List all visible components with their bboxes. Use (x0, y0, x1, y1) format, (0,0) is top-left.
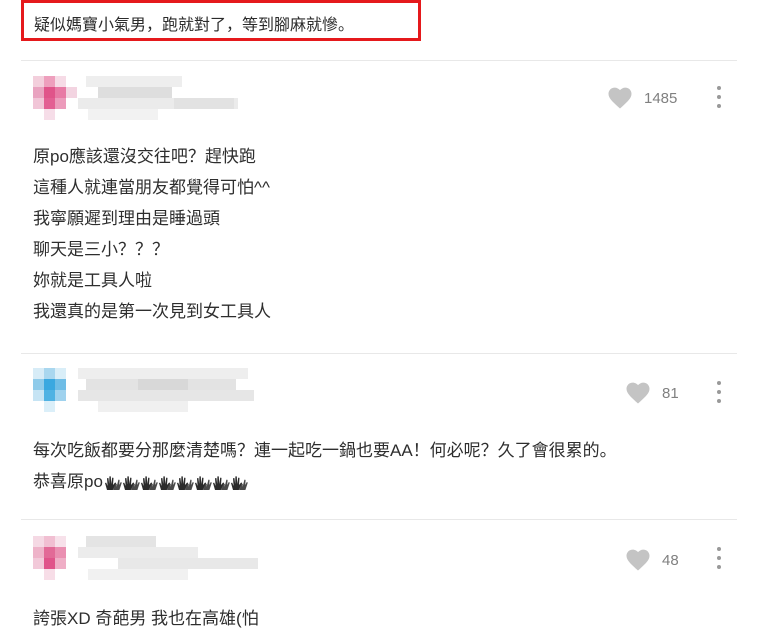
clapping-hands-icon (140, 475, 158, 490)
comment-body: 原po應該還沒交往吧？趕快跑 這種人就連當朋友都覺得可怕^^ 我寧願遲到理由是睡… (33, 141, 271, 327)
highlighted-comment: 疑似媽寶小氣男，跑就對了，等到腳麻就慘。 (21, 0, 421, 41)
comment-line: 原po應該還沒交往吧？趕快跑 (33, 147, 256, 166)
comment-line: 恭喜原po (33, 466, 617, 497)
blurred-username (78, 368, 258, 412)
comment-body: 誇張XD 奇葩男 我也在高雄(怕 (33, 603, 259, 633)
blurred-username (78, 76, 258, 120)
avatar[interactable] (33, 76, 77, 120)
like-button[interactable]: 48 (626, 548, 679, 572)
clapping-hands-icon (122, 475, 140, 490)
comment-line: 我還真的是第一次見到女工具人 (33, 302, 271, 321)
more-vertical-icon[interactable] (716, 547, 722, 569)
more-vertical-icon[interactable] (716, 86, 722, 108)
like-count: 48 (662, 551, 679, 569)
avatar[interactable] (33, 368, 77, 412)
like-button[interactable]: 81 (626, 381, 679, 405)
avatar[interactable] (33, 536, 77, 580)
highlighted-comment-text: 疑似媽寶小氣男，跑就對了，等到腳麻就慘。 (34, 17, 355, 34)
more-vertical-icon[interactable] (716, 381, 722, 403)
clapping-hands-icon (194, 475, 212, 490)
comment-line: 這種人就連當朋友都覺得可怕^^ (33, 178, 270, 197)
divider (21, 60, 737, 61)
divider (21, 353, 737, 354)
comment-body: 每次吃飯都要分那麼清楚嗎？連一起吃一鍋也要AA！何必呢？久了會很累的。 恭喜原p… (33, 435, 617, 497)
heart-icon (626, 549, 650, 571)
clapping-hands-row (104, 475, 248, 491)
comment-line: 我寧願遲到理由是睡過頭 (33, 209, 220, 228)
divider (21, 519, 737, 520)
heart-icon (626, 382, 650, 404)
clapping-hands-icon (104, 475, 122, 490)
heart-icon (608, 87, 632, 109)
comment-line: 聊天是三小？？？ (33, 240, 169, 259)
clapping-hands-icon (212, 475, 230, 490)
clapping-hands-icon (230, 475, 248, 490)
like-button[interactable]: 1485 (608, 86, 677, 110)
comment-thread: 疑似媽寶小氣男，跑就對了，等到腳麻就慘。 1485 原po應該還沒交往吧？趕快跑… (0, 0, 760, 633)
blurred-username (78, 536, 258, 580)
like-count: 81 (662, 384, 679, 402)
clapping-hands-icon (176, 475, 194, 490)
comment-line: 每次吃飯都要分那麼清楚嗎？連一起吃一鍋也要AA！何必呢？久了會很累的。 (33, 441, 617, 460)
like-count: 1485 (644, 89, 678, 107)
comment-line-text: 恭喜原po (33, 472, 103, 491)
comment-line: 妳就是工具人啦 (33, 271, 152, 290)
comment-line: 誇張XD 奇葩男 我也在高雄(怕 (33, 609, 259, 628)
clapping-hands-icon (158, 475, 176, 490)
